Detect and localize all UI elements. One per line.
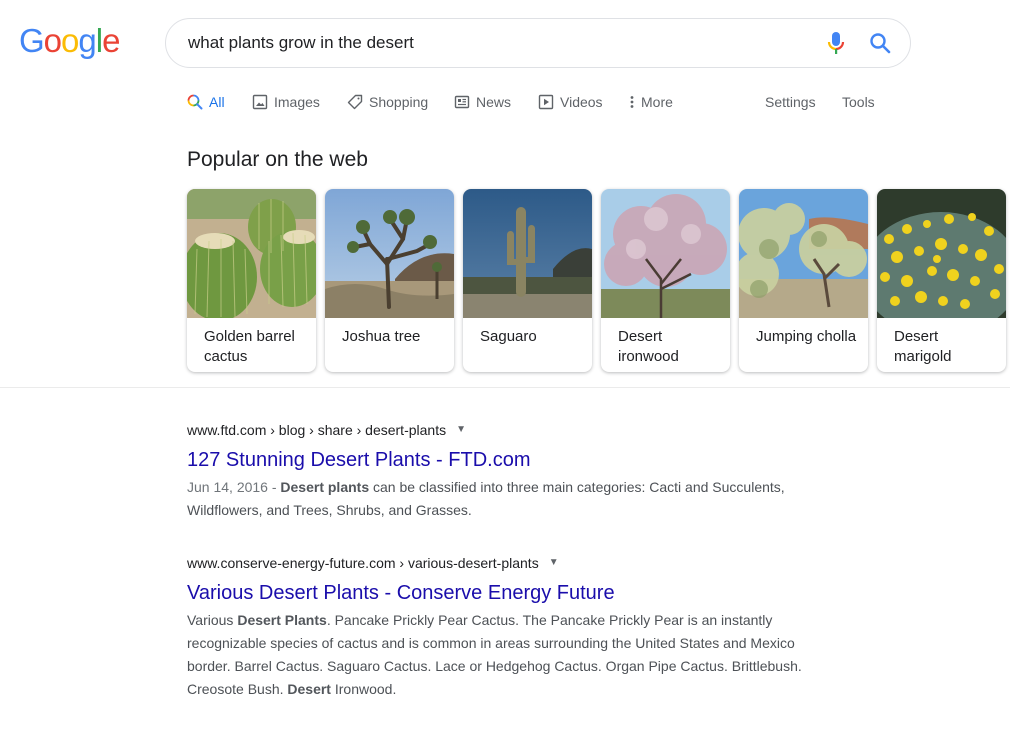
- logo-letter: e: [102, 22, 120, 59]
- play-icon: [538, 94, 554, 110]
- tab-settings[interactable]: Settings: [765, 94, 816, 110]
- result-breadcrumb: www.ftd.com › blog › share › desert-plan…: [187, 422, 447, 438]
- logo-letter: o: [61, 22, 79, 59]
- more-vert-icon: [630, 96, 634, 108]
- result-date: Jun 14, 2016 -: [187, 479, 281, 495]
- tab-tools[interactable]: Tools: [842, 94, 875, 110]
- result-url[interactable]: www.conserve-energy-future.com › various…: [187, 553, 827, 573]
- tab-label: Shopping: [369, 94, 429, 110]
- snippet-text: Various: [187, 612, 238, 628]
- snippet-bold: Desert: [287, 681, 331, 697]
- jumping-cholla-photo: [739, 189, 868, 318]
- result-snippet: Various Desert Plants. Pancake Prickly P…: [187, 609, 827, 701]
- microphone-icon[interactable]: [826, 31, 846, 57]
- image-icon: [252, 94, 268, 110]
- snippet-text: Ironwood.: [330, 681, 397, 697]
- caret-down-icon[interactable]: ▼: [456, 420, 466, 440]
- card-label: Golden barrel cactus: [204, 328, 295, 365]
- tab-news[interactable]: News: [454, 94, 511, 110]
- result-url[interactable]: www.ftd.com › blog › share › desert-plan…: [187, 420, 827, 440]
- card-label: Desert marigold: [894, 328, 952, 365]
- caret-down-icon[interactable]: ▼: [549, 553, 559, 573]
- search-result: www.ftd.com › blog › share › desert-plan…: [187, 420, 827, 522]
- logo-letter: g: [78, 22, 96, 59]
- card-label: Jumping cholla: [756, 328, 857, 345]
- card-label: Saguaro: [480, 328, 537, 345]
- tab-videos[interactable]: Videos: [538, 94, 603, 110]
- logo-letter: G: [19, 22, 45, 59]
- newspaper-icon: [454, 95, 470, 109]
- tab-more[interactable]: More: [629, 94, 673, 110]
- result-title-link[interactable]: 127 Stunning Desert Plants - FTD.com: [187, 447, 530, 473]
- logo-letter: o: [43, 22, 62, 59]
- card-label: Desert ironwood: [618, 328, 679, 365]
- search-box[interactable]: what plants grow in the desert: [165, 18, 911, 68]
- tab-label: More: [641, 94, 673, 110]
- popular-card[interactable]: Golden barrel cactus: [187, 189, 316, 372]
- popular-card[interactable]: Desert ironwood: [601, 189, 730, 372]
- tab-label: Tools: [842, 94, 875, 110]
- result-title-link[interactable]: Various Desert Plants - Conserve Energy …: [187, 580, 615, 606]
- search-icon: [187, 94, 203, 110]
- result-snippet: Jun 14, 2016 - Desert plants can be clas…: [187, 476, 827, 522]
- tag-icon: [347, 94, 363, 110]
- desert-marigold-photo: [877, 189, 1006, 318]
- popular-card[interactable]: Desert marigold: [877, 189, 1006, 372]
- popular-card[interactable]: Saguaro: [463, 189, 592, 372]
- tab-label: Videos: [560, 94, 603, 110]
- google-logo[interactable]: Google: [19, 22, 120, 60]
- tab-label: Settings: [765, 94, 816, 110]
- snippet-bold: Desert Plants: [237, 612, 327, 628]
- tab-shopping[interactable]: Shopping: [347, 94, 428, 110]
- popular-card[interactable]: Jumping cholla: [739, 189, 868, 372]
- tab-images[interactable]: Images: [252, 94, 320, 110]
- search-result: www.conserve-energy-future.com › various…: [187, 553, 827, 701]
- tab-label: Images: [274, 94, 320, 110]
- snippet-bold: Desert plants: [280, 479, 370, 495]
- tab-label: All: [209, 94, 225, 110]
- search-icon[interactable]: [868, 31, 892, 55]
- tab-all[interactable]: All: [187, 94, 225, 110]
- search-input[interactable]: what plants grow in the desert: [188, 33, 414, 53]
- joshua-tree-photo: [325, 189, 454, 318]
- section-divider: [0, 387, 1010, 388]
- result-breadcrumb: www.conserve-energy-future.com › various…: [187, 555, 539, 571]
- golden-barrel-cactus-photo: [187, 189, 316, 318]
- saguaro-photo: [463, 189, 592, 318]
- section-heading: Popular on the web: [187, 148, 368, 171]
- desert-ironwood-photo: [601, 189, 730, 318]
- popular-card[interactable]: Joshua tree: [325, 189, 454, 372]
- tab-label: News: [476, 94, 512, 110]
- card-label: Joshua tree: [342, 328, 421, 345]
